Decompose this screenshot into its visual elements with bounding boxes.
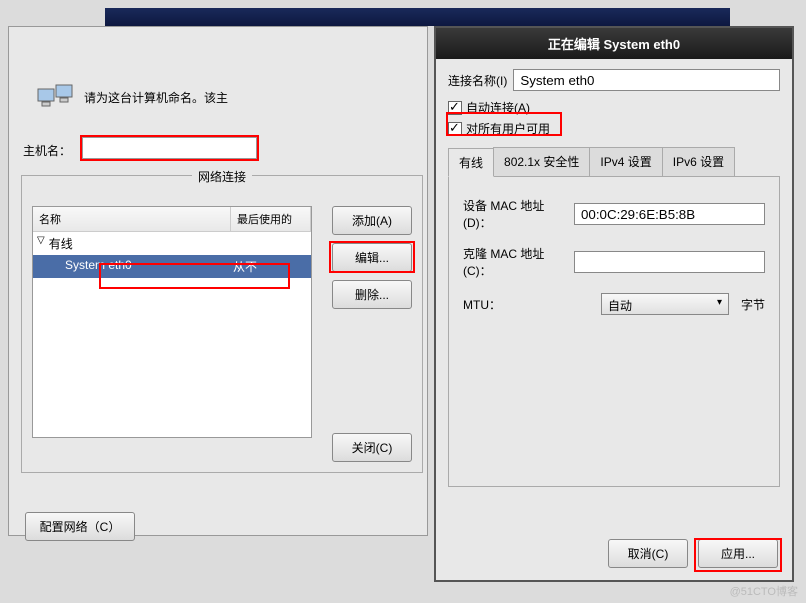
conn-name: System eth0 (37, 258, 233, 275)
prompt-text: 请为这台计算机命名。该主 (84, 89, 228, 106)
conn-name-label: 连接名称(I) (448, 72, 507, 89)
delete-button[interactable]: 删除... (332, 280, 412, 309)
top-bar (105, 8, 730, 26)
conn-last: 从不 (233, 258, 307, 275)
frame-title: 网络连接 (192, 168, 252, 185)
hostname-input[interactable] (82, 137, 257, 159)
expand-icon[interactable]: ▽ (37, 235, 45, 252)
tab-security[interactable]: 802.1x 安全性 (493, 147, 590, 176)
configure-network-button[interactable]: 配置网络（C） (25, 512, 135, 541)
hostname-label: 主机名： (23, 142, 71, 159)
mtu-label: MTU： (463, 296, 593, 313)
main-panel: 请为这台计算机命名。该主 主机名： 网络连接 名称 最后使用的 ▽ 有线 Sys… (8, 26, 428, 536)
mtu-unit: 字节 (741, 296, 765, 313)
edit-button[interactable]: 编辑... (332, 243, 412, 272)
apply-button[interactable]: 应用... (698, 539, 778, 568)
tab-bar: 有线 802.1x 安全性 IPv4 设置 IPv6 设置 (448, 147, 780, 177)
clone-mac-input[interactable] (574, 251, 765, 273)
tab-content-wired: 设备 MAC 地址(D)： 克隆 MAC 地址(C)： MTU： 自动 字节 (448, 177, 780, 487)
dialog-footer: 取消(C) 应用... (608, 539, 778, 568)
device-mac-input[interactable] (574, 203, 765, 225)
auto-connect-label: 自动连接(A) (466, 99, 530, 116)
cancel-button[interactable]: 取消(C) (608, 539, 688, 568)
col-name[interactable]: 名称 (33, 207, 231, 231)
tab-wired[interactable]: 有线 (448, 148, 494, 177)
tab-ipv4[interactable]: IPv4 设置 (589, 147, 662, 176)
add-button[interactable]: 添加(A) (332, 206, 412, 235)
mtu-dropdown[interactable]: 自动 (601, 293, 729, 315)
device-mac-label: 设备 MAC 地址(D)： (463, 197, 566, 231)
watermark: @51CTO博客 (730, 583, 798, 599)
button-column: 添加(A) 编辑... 删除... (332, 206, 412, 309)
conn-name-input[interactable] (513, 69, 780, 91)
list-item-selected[interactable]: System eth0 从不 (33, 255, 311, 278)
all-users-label: 对所有用户可用 (466, 120, 550, 137)
close-button[interactable]: 关闭(C) (332, 433, 412, 462)
list-header: 名称 最后使用的 (33, 207, 311, 232)
category-label: 有线 (49, 235, 73, 252)
connections-list[interactable]: 名称 最后使用的 ▽ 有线 System eth0 从不 (32, 206, 312, 438)
auto-connect-checkbox[interactable] (448, 101, 462, 115)
auto-connect-row[interactable]: 自动连接(A) (448, 99, 780, 116)
all-users-row[interactable]: 对所有用户可用 (448, 120, 780, 137)
dialog-title: 正在编辑 System eth0 (436, 28, 792, 59)
clone-mac-label: 克隆 MAC 地址(C)： (463, 245, 566, 279)
all-users-checkbox[interactable] (448, 122, 462, 136)
edit-connection-dialog: 正在编辑 System eth0 连接名称(I) 自动连接(A) 对所有用户可用… (434, 26, 794, 582)
computer-icon (37, 83, 73, 111)
category-row[interactable]: ▽ 有线 (33, 232, 311, 255)
network-connections-frame: 网络连接 名称 最后使用的 ▽ 有线 System eth0 从不 添加(A) … (21, 175, 423, 473)
col-last-used[interactable]: 最后使用的 (231, 207, 311, 231)
tab-ipv6[interactable]: IPv6 设置 (662, 147, 735, 176)
